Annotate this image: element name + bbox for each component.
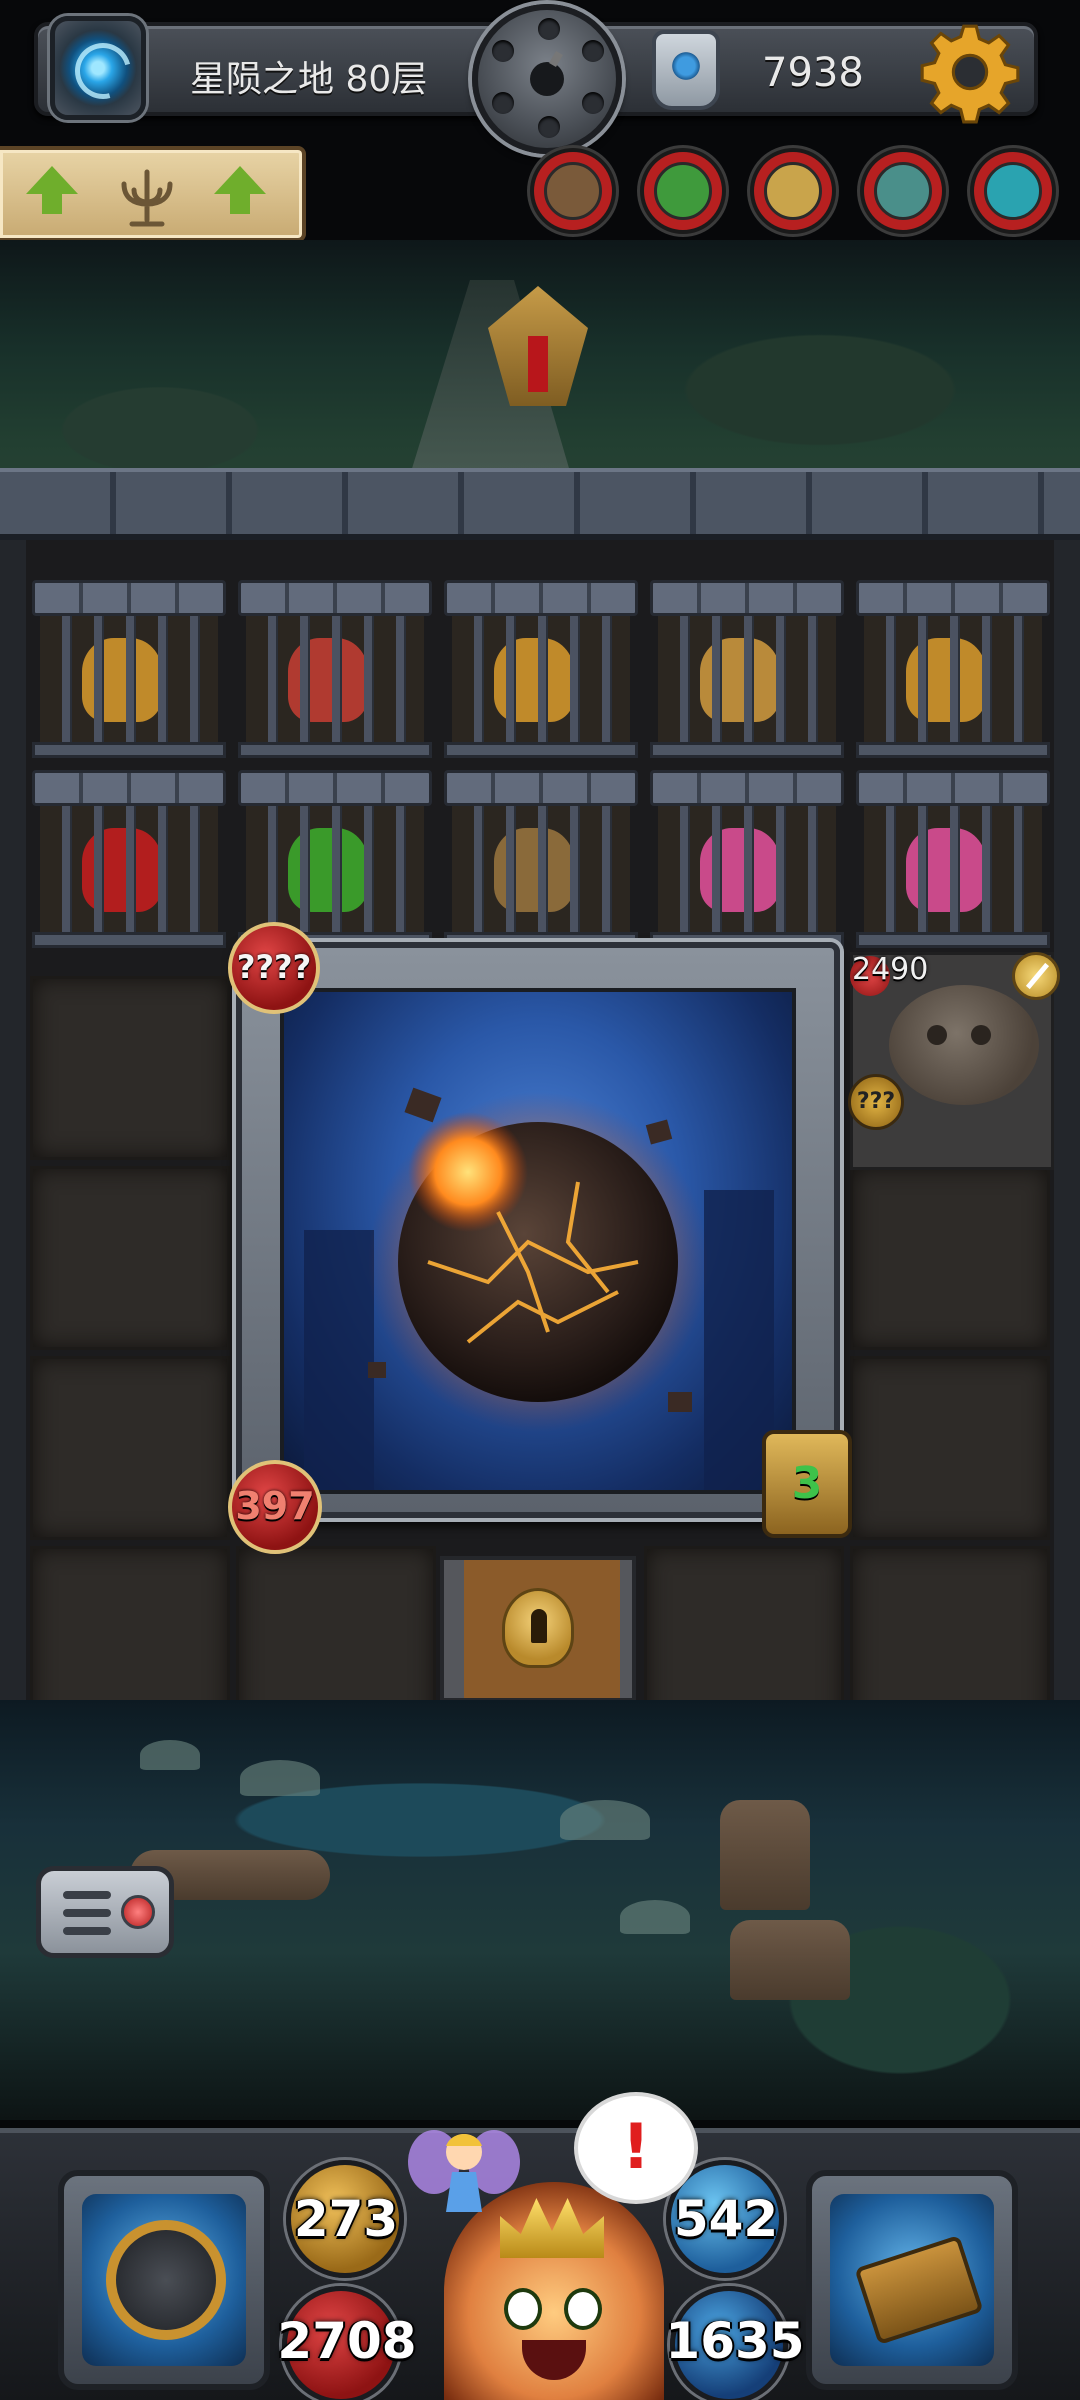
- portal-icon[interactable]: [50, 16, 146, 120]
- up-arrow-icon: [26, 166, 78, 214]
- floor-tile[interactable]: [30, 976, 230, 1160]
- hero-eye: [564, 2288, 602, 2330]
- caged-item[interactable]: [444, 580, 638, 760]
- green-goblin-status-icon[interactable]: [640, 148, 726, 234]
- keyhole-icon: [502, 1588, 574, 1668]
- meteor-icon: [368, 1087, 708, 1432]
- locked-door[interactable]: [440, 1556, 636, 1702]
- compass-helmet-icon: [106, 2220, 226, 2340]
- barrel-status-icon[interactable]: [530, 148, 616, 234]
- floor-label: 星陨之地 80层: [190, 59, 428, 100]
- caged-item[interactable]: [856, 770, 1050, 950]
- enemy-unknown-badge: ???: [848, 1074, 904, 1130]
- spellbook-icon: [854, 2234, 984, 2346]
- stone-ledge: [0, 468, 1080, 540]
- fairy-icon[interactable]: [404, 2122, 524, 2222]
- caged-item[interactable]: [238, 580, 432, 760]
- mana-value: 1635: [665, 2312, 805, 2370]
- boss-attack-badge: ????: [228, 922, 320, 1014]
- floor-tile[interactable]: [30, 1166, 230, 1350]
- bomb-button[interactable]: [472, 4, 622, 154]
- floor-tile[interactable]: [850, 1166, 1050, 1350]
- settings-button[interactable]: [918, 20, 1022, 124]
- notification-dot: [121, 1895, 155, 1929]
- alert-bubble[interactable]: !: [574, 2092, 698, 2204]
- caged-item[interactable]: [856, 580, 1050, 760]
- enemy-hp-value: 2490: [852, 952, 929, 987]
- stone-ghost-enemy: [889, 985, 1039, 1105]
- mushroom-status-icon[interactable]: [750, 148, 836, 234]
- meteor-boss: [280, 988, 796, 1494]
- timer-value: 3: [791, 1458, 823, 1509]
- spellbook-button[interactable]: [806, 2170, 1018, 2390]
- rune-stone-icon: [652, 30, 720, 110]
- floor-tile[interactable]: [30, 1356, 230, 1540]
- currency-value: 7938: [762, 50, 864, 96]
- attack-value: 273: [293, 2190, 399, 2248]
- health-value: 2708: [277, 2312, 417, 2370]
- alert-icon: !: [621, 2110, 651, 2183]
- caged-item[interactable]: [32, 580, 226, 760]
- upgrade-banner[interactable]: [0, 146, 306, 242]
- boss-tile[interactable]: [236, 942, 840, 1518]
- caged-item[interactable]: [32, 770, 226, 950]
- hourglass-timer-icon: 3: [762, 1430, 852, 1538]
- caged-item[interactable]: [444, 770, 638, 950]
- up-arrow-icon: [214, 166, 266, 214]
- bomb-icon: [530, 62, 564, 96]
- caged-item[interactable]: [650, 580, 844, 760]
- floor-tile[interactable]: [850, 1356, 1050, 1540]
- hero-eye: [504, 2288, 542, 2330]
- teal-beast-status-icon[interactable]: [860, 148, 946, 234]
- gear-icon: [920, 24, 1020, 124]
- menu-button[interactable]: [36, 1866, 174, 1958]
- caged-item[interactable]: [650, 770, 844, 950]
- candelabra-icon: [121, 169, 173, 227]
- equipment-button[interactable]: [58, 2170, 270, 2390]
- cyan-slime-status-icon[interactable]: [970, 148, 1056, 234]
- boss-hp-badge: 397: [228, 1460, 322, 1554]
- sword-badge-icon: [1012, 952, 1060, 1000]
- defense-value: 542: [673, 2190, 779, 2248]
